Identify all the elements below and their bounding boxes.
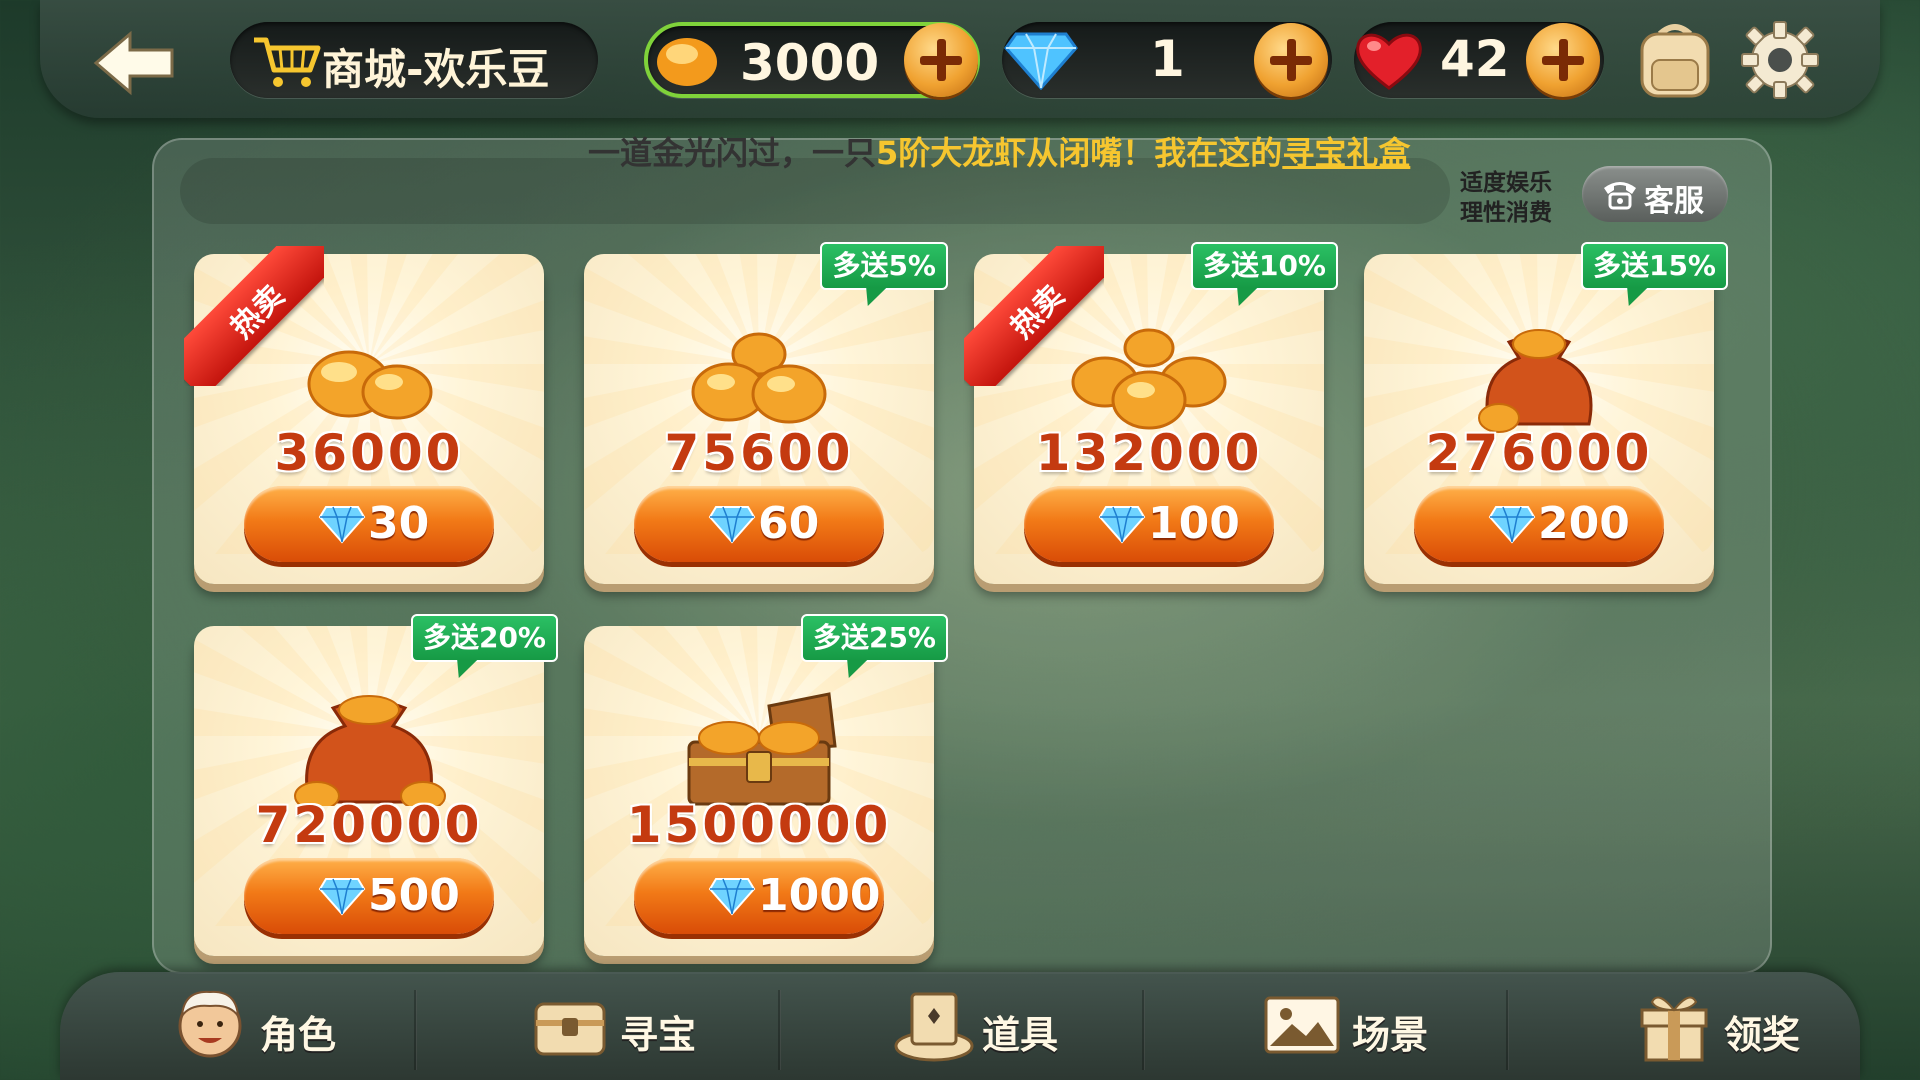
bean-icon bbox=[657, 38, 717, 86]
page-title: 商城-欢乐豆 bbox=[322, 45, 550, 94]
diamond-icon bbox=[1098, 504, 1146, 544]
gems-balance: 1 bbox=[1002, 22, 1332, 98]
diamond-icon bbox=[708, 876, 756, 916]
treasure-icon bbox=[534, 1002, 606, 1056]
nav-item-props[interactable]: 道具 bbox=[892, 984, 1192, 1074]
beans-balance: 3000 bbox=[644, 22, 980, 98]
product-card[interactable]: 720000 500 多送20% bbox=[194, 614, 558, 956]
bonus-tag: 多送10% bbox=[1190, 242, 1338, 290]
announcement-marquee: 一道金光闪过，一只5阶大龙虾从闭嘴！我在这的寻宝礼盒 bbox=[588, 128, 1464, 174]
hearts-value: 42 bbox=[1440, 30, 1510, 88]
diamond-icon bbox=[318, 504, 366, 544]
notice-line-1: 适度娱乐 bbox=[1460, 170, 1552, 196]
bean-amount: 36000 bbox=[274, 424, 464, 482]
add-gems-button[interactable] bbox=[1254, 23, 1328, 97]
nav-label-props: 道具 bbox=[982, 1013, 1059, 1057]
heart-icon bbox=[1356, 33, 1422, 90]
marquee-highlight: 5阶大龙虾从闭嘴！ bbox=[876, 134, 1155, 172]
settings-button[interactable] bbox=[1738, 18, 1822, 102]
add-hearts-button[interactable] bbox=[1526, 23, 1600, 97]
hat-icon bbox=[894, 992, 974, 1062]
marquee-text: 一道金光闪过，一只 bbox=[588, 134, 877, 172]
scene-icon bbox=[1264, 996, 1340, 1054]
treasure-box-link[interactable]: 寻宝礼盒 bbox=[1282, 134, 1410, 172]
hot-ribbon: 热卖 bbox=[184, 246, 324, 386]
back-arrow-icon bbox=[93, 30, 174, 96]
character-icon bbox=[178, 990, 242, 1058]
nav-label-treasure: 寻宝 bbox=[620, 1013, 697, 1057]
nav-label-character: 角色 bbox=[260, 1013, 337, 1057]
buy-button[interactable]: 500 bbox=[244, 858, 494, 934]
buy-button[interactable]: 100 bbox=[1024, 486, 1274, 562]
hot-ribbon: 热卖 bbox=[964, 246, 1104, 386]
marquee-middle: 我在这的 bbox=[1154, 134, 1283, 172]
hot-label: 热卖 bbox=[1004, 278, 1072, 346]
backpack-button[interactable] bbox=[1630, 20, 1720, 100]
nav-item-rewards[interactable]: 领奖 bbox=[1634, 984, 1920, 1074]
hearts-balance: 42 bbox=[1354, 22, 1604, 98]
back-button[interactable] bbox=[92, 30, 178, 96]
bonus-tag: 多送20% bbox=[410, 614, 558, 662]
shop-title-pill: 商城-欢乐豆 bbox=[230, 22, 598, 98]
buy-button[interactable]: 200 bbox=[1414, 486, 1664, 562]
diamond-icon bbox=[318, 876, 366, 916]
buy-button[interactable]: 1000 bbox=[634, 858, 884, 934]
buy-button[interactable]: 30 bbox=[244, 486, 494, 562]
gem-price: 200 bbox=[1538, 498, 1630, 549]
gift-icon bbox=[1640, 996, 1708, 1062]
gem-price: 500 bbox=[368, 870, 460, 921]
bonus-tag: 多送25% bbox=[800, 614, 948, 662]
gem-price: 1000 bbox=[758, 870, 881, 921]
phone-icon bbox=[1604, 182, 1636, 210]
customer-service-label: 客服 bbox=[1644, 184, 1704, 219]
gear-icon bbox=[1741, 21, 1819, 99]
product-card[interactable]: 276000 200 多送15% bbox=[1364, 242, 1728, 584]
hot-label: 热卖 bbox=[224, 278, 292, 346]
treasure-chest-icon bbox=[687, 692, 837, 806]
diamond-icon bbox=[1004, 32, 1078, 90]
bonus-tag: 多送5% bbox=[820, 242, 948, 290]
gem-price: 60 bbox=[758, 498, 820, 549]
cart-icon bbox=[254, 37, 321, 87]
bean-bag-large-icon bbox=[294, 695, 446, 806]
bean-amount: 132000 bbox=[1035, 424, 1263, 482]
bonus-tag: 多送15% bbox=[1580, 242, 1728, 290]
product-card[interactable]: 75600 60 多送5% bbox=[584, 242, 948, 584]
gem-price: 100 bbox=[1148, 498, 1240, 549]
bean-bag-small-icon bbox=[1478, 329, 1593, 433]
bean-amount: 1500000 bbox=[626, 796, 892, 854]
customer-service-button[interactable]: 客服 bbox=[1582, 166, 1728, 222]
add-beans-button[interactable] bbox=[904, 23, 978, 97]
gem-price: 30 bbox=[368, 498, 430, 549]
diamond-icon bbox=[1488, 504, 1536, 544]
nav-item-scene[interactable]: 场景 bbox=[1262, 984, 1562, 1074]
bean-amount: 720000 bbox=[255, 796, 483, 854]
buy-button[interactable]: 60 bbox=[634, 486, 884, 562]
product-card[interactable]: 1500000 1000 多送25% bbox=[584, 614, 948, 956]
nav-label-rewards: 领奖 bbox=[1724, 1013, 1801, 1057]
product-card[interactable]: 132000 100 多送10% 热卖 bbox=[964, 242, 1338, 584]
notice-line-2: 理性消费 bbox=[1460, 200, 1552, 226]
diamond-icon bbox=[708, 504, 756, 544]
bean-amount: 75600 bbox=[664, 424, 854, 482]
product-card[interactable]: 36000 30 热卖 bbox=[184, 246, 544, 584]
backpack-icon bbox=[1640, 24, 1710, 98]
nav-label-scene: 场景 bbox=[1352, 1013, 1429, 1057]
beans-medium-icon bbox=[691, 332, 827, 424]
nav-item-treasure[interactable]: 寻宝 bbox=[530, 984, 830, 1074]
nav-item-character[interactable]: 角色 bbox=[170, 984, 470, 1074]
bean-amount: 276000 bbox=[1425, 424, 1653, 482]
play-notice: 适度娱乐 理性消费 bbox=[1460, 168, 1552, 228]
beans-value: 3000 bbox=[740, 34, 880, 92]
gems-value: 1 bbox=[1150, 30, 1185, 88]
